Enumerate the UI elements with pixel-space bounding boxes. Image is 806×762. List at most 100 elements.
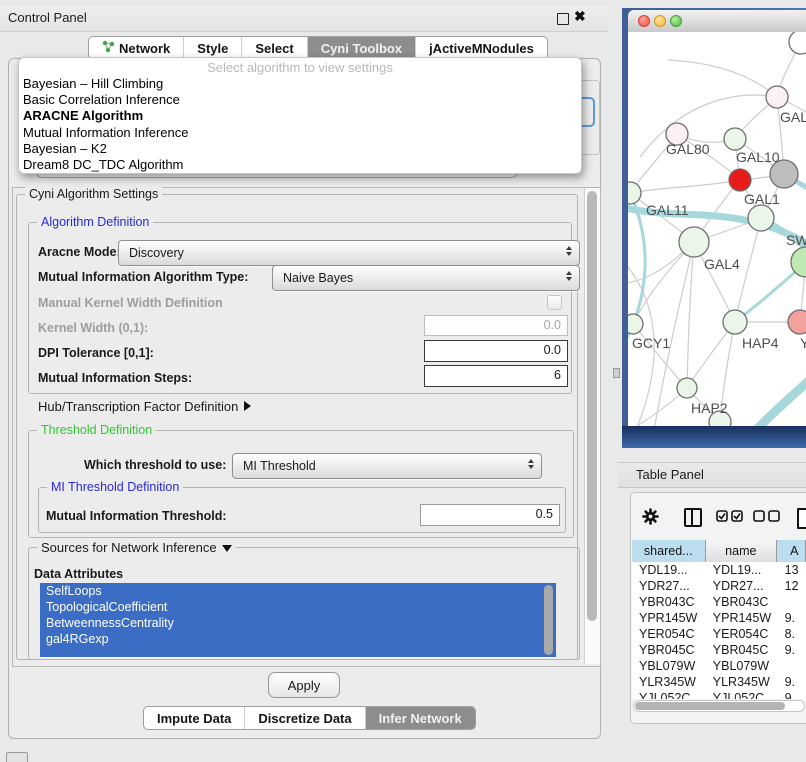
- network-node[interactable]: [766, 86, 788, 108]
- which-threshold-combo[interactable]: MI Threshold: [232, 453, 542, 479]
- tab-infer-network[interactable]: Infer Network: [365, 707, 475, 729]
- list-item[interactable]: TopologicalCoefficient: [40, 599, 556, 615]
- list-item[interactable]: SelfLoops: [40, 583, 556, 599]
- network-node[interactable]: [628, 182, 641, 204]
- table-row[interactable]: YBR045CYBR045C9.: [632, 642, 806, 658]
- table-row[interactable]: YBL079WYBL079W: [632, 658, 806, 674]
- table-cell: [778, 658, 806, 674]
- split-columns-icon[interactable]: [684, 508, 702, 527]
- algorithm-item-basic-correlation[interactable]: Basic Correlation Inference: [19, 92, 581, 108]
- table-row[interactable]: YBR043CYBR043C: [632, 594, 806, 610]
- table-cell: YBL079W: [632, 658, 706, 674]
- table-row[interactable]: YJL052CYJL052C9: [632, 690, 806, 699]
- splitter-handle[interactable]: [613, 368, 620, 378]
- algorithm-item-dream8[interactable]: Dream8 DC_TDC Algorithm: [19, 157, 581, 173]
- manual-kernel-checkbox[interactable]: [547, 295, 562, 310]
- bottom-tabbar: Impute Data Discretize Data Infer Networ…: [143, 706, 476, 730]
- mi-type-combo[interactable]: Naive Bayes: [272, 265, 580, 291]
- which-threshold-label: Which threshold to use:: [84, 458, 226, 472]
- table-hscrollbar-thumb[interactable]: [635, 702, 785, 710]
- column-header-shared[interactable]: shared...: [632, 540, 706, 562]
- tab-network-label: Network: [119, 41, 170, 56]
- document-icon[interactable]: [797, 508, 806, 529]
- gear-icon[interactable]: [642, 508, 659, 528]
- tab-impute-data[interactable]: Impute Data: [144, 707, 244, 729]
- algorithm-dropdown-popup: Select algorithm to view settings Bayesi…: [18, 57, 582, 174]
- table-cell: YBR045C: [632, 642, 706, 658]
- table-cell: YJL052C: [632, 690, 706, 699]
- network-node[interactable]: [628, 314, 643, 334]
- table-row[interactable]: YPR145WYPR145W9.: [632, 610, 806, 626]
- mi-threshold-field[interactable]: 0.5: [420, 504, 560, 526]
- tab-network[interactable]: Network: [89, 37, 183, 59]
- network-edge-highlighted: [754, 370, 806, 426]
- network-view-canvas[interactable]: GALGAL80GAL10GAL1GAL11SWI4GAL4GCY1HAP4YH…: [628, 32, 806, 426]
- table-row[interactable]: YER054CYER054C8.: [632, 626, 806, 642]
- table-row[interactable]: YDR27...YDR27...12: [632, 578, 806, 594]
- data-attributes-list[interactable]: SelfLoops TopologicalCoefficient Between…: [40, 583, 556, 658]
- table-cell: 13: [778, 562, 806, 578]
- algorithm-item-mutual-information[interactable]: Mutual Information Inference: [19, 125, 581, 141]
- docked-panel-icon[interactable]: [6, 752, 28, 762]
- list-scrollbar-thumb[interactable]: [544, 585, 553, 655]
- column-header-name[interactable]: name: [706, 540, 778, 562]
- combo-arrows-icon: [566, 271, 572, 281]
- sources-title: Sources for Network Inference: [41, 540, 217, 555]
- network-node[interactable]: [788, 310, 806, 334]
- network-node-label: HAP4: [742, 335, 779, 351]
- network-node-label: SWI4: [786, 232, 806, 248]
- sources-toggle[interactable]: Sources for Network Inference: [37, 540, 236, 555]
- mi-type-value: Naive Bayes: [283, 271, 353, 285]
- algorithm-item-bayesian-hill-climbing[interactable]: Bayesian – Hill Climbing: [19, 76, 581, 92]
- table-row[interactable]: YDL19...YDL19...13: [632, 562, 806, 578]
- list-item[interactable]: BetweennessCentrality: [40, 615, 556, 631]
- list-item[interactable]: gal4RGexp: [40, 631, 556, 647]
- aracne-mode-combo[interactable]: Discovery: [118, 240, 580, 266]
- network-node[interactable]: [789, 32, 806, 54]
- network-node[interactable]: [729, 169, 751, 191]
- table-body[interactable]: YDL19...YDL19...13YDR27...YDR27...12YBR0…: [632, 562, 806, 699]
- table-row[interactable]: YLR345WYLR345W9.: [632, 674, 806, 690]
- unchecked-checkboxes-icon[interactable]: [753, 510, 781, 525]
- network-node[interactable]: [724, 128, 746, 150]
- settings-scrollbar-thumb[interactable]: [587, 191, 597, 621]
- table-cell: YPR145W: [706, 610, 778, 626]
- table-cell: 9.: [778, 642, 806, 658]
- table-header-row: shared... name A: [632, 540, 806, 562]
- tab-select[interactable]: Select: [241, 37, 306, 59]
- algorithm-item-bayesian-k2[interactable]: Bayesian – K2: [19, 141, 581, 157]
- data-attributes-label: Data Attributes: [34, 567, 123, 581]
- tab-cyni-toolbox[interactable]: Cyni Toolbox: [307, 37, 415, 59]
- network-window-titlebar[interactable]: [628, 10, 806, 33]
- collapse-down-icon: [222, 545, 232, 552]
- table-cell: YER054C: [706, 626, 778, 642]
- network-node[interactable]: [679, 227, 709, 257]
- network-edge: [668, 60, 777, 97]
- table-cell: 12: [778, 578, 806, 594]
- algorithm-item-aracne[interactable]: ARACNE Algorithm: [19, 108, 581, 124]
- dpi-tolerance-field[interactable]: 0.0: [424, 340, 568, 362]
- close-icon[interactable]: ✖: [574, 8, 586, 25]
- checked-checkboxes-icon[interactable]: [716, 510, 744, 525]
- mac-zoom-icon[interactable]: [670, 15, 682, 27]
- hub-definition-toggle[interactable]: Hub/Transcription Factor Definition: [38, 399, 251, 414]
- network-node-label: GAL80: [666, 141, 710, 157]
- network-node[interactable]: [723, 310, 747, 334]
- apply-button[interactable]: Apply: [268, 672, 340, 698]
- network-node[interactable]: [677, 378, 697, 398]
- manual-kernel-label: Manual Kernel Width Definition: [38, 296, 223, 310]
- network-node[interactable]: [748, 205, 774, 231]
- kernel-width-field[interactable]: 0.0: [424, 315, 568, 336]
- control-panel-title: Control Panel: [8, 10, 87, 25]
- mi-steps-field[interactable]: 6: [424, 365, 568, 387]
- float-window-icon[interactable]: [557, 13, 569, 25]
- algorithm-definition-title: Algorithm Definition: [37, 215, 153, 229]
- mac-minimize-icon[interactable]: [654, 15, 666, 27]
- mac-close-icon[interactable]: [638, 15, 650, 27]
- network-edge: [633, 324, 687, 388]
- tab-jactivemnodules[interactable]: jActiveMNodules: [415, 37, 547, 59]
- tab-style[interactable]: Style: [183, 37, 241, 59]
- algorithm-popup-placeholder: Select algorithm to view settings: [19, 58, 581, 76]
- column-header-a[interactable]: A: [777, 540, 806, 562]
- tab-discretize-data[interactable]: Discretize Data: [244, 707, 364, 729]
